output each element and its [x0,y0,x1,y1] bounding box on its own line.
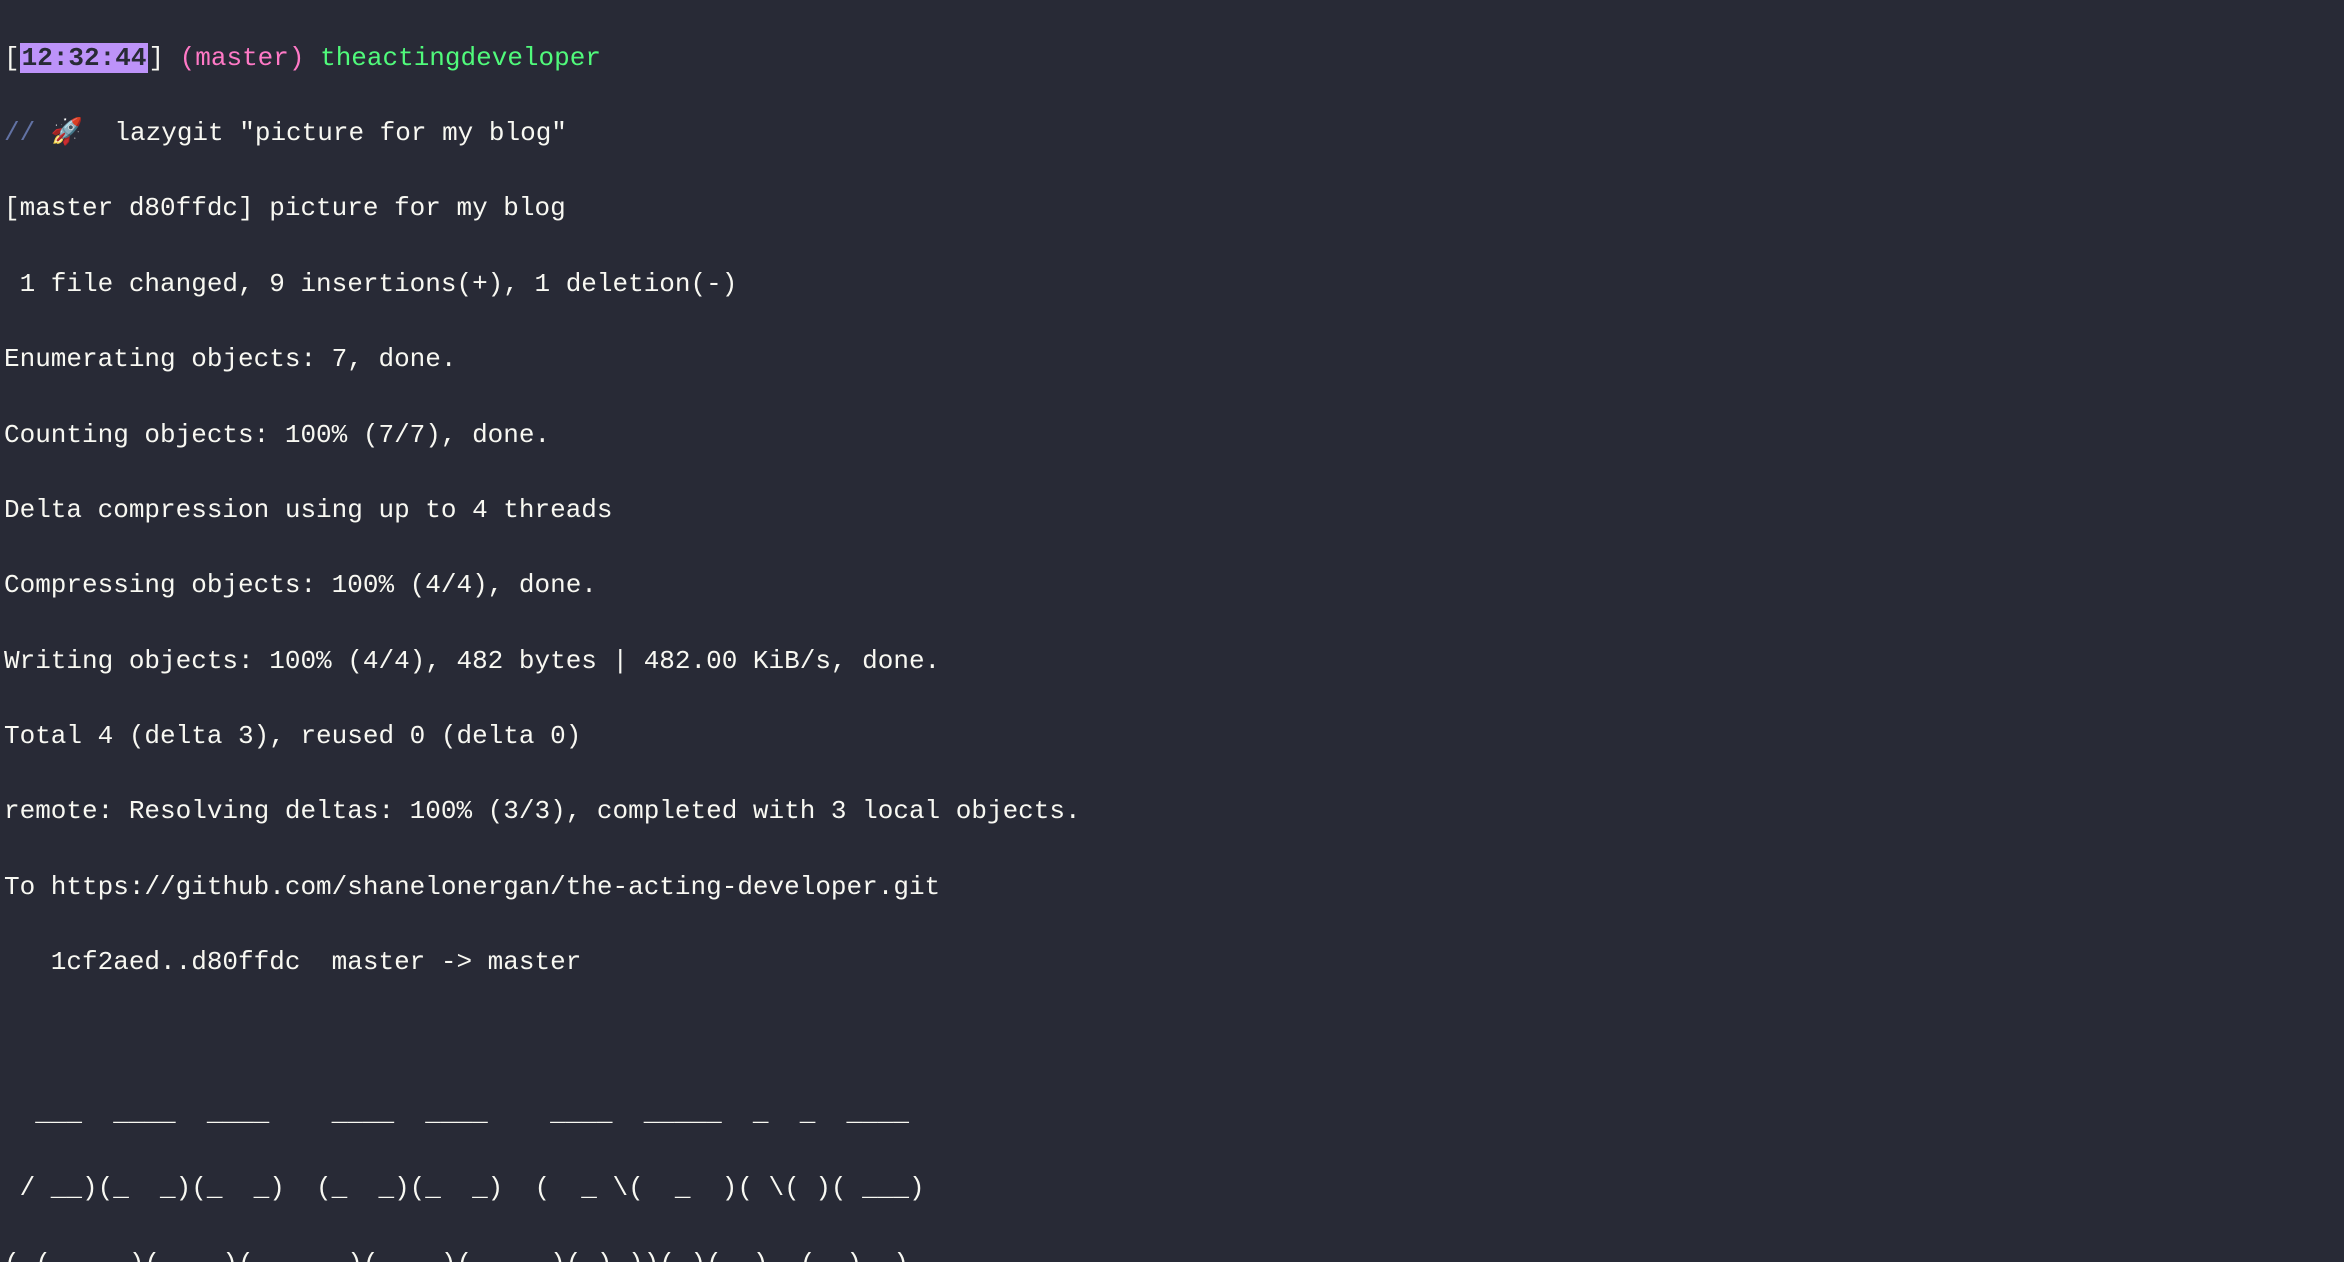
output-line: Writing objects: 100% (4/4), 482 bytes |… [4,643,2340,681]
ascii-art-line: / __)(_ _)(_ _) (_ _)(_ _) ( _ \( _ )( \… [4,1170,2340,1208]
output-line: remote: Resolving deltas: 100% (3/3), co… [4,793,2340,831]
output-line: Enumerating objects: 7, done. [4,341,2340,379]
output-line: [master d80ffdc] picture for my blog [4,190,2340,228]
ascii-art-line: ( (_-. _)(_ )( _)(_ )( )(_) ))(_)( ) ( )… [4,1246,2340,1262]
prompt-line: [12:32:44] (master) theactingdeveloper [4,40,2340,78]
command-prefix: // [4,118,35,148]
prompt-branch: (master) [180,43,305,73]
bracket-close: ] [148,43,164,73]
output-line: Counting objects: 100% (7/7), done. [4,417,2340,455]
blank-line [4,1020,2340,1058]
command-text: lazygit "picture for my blog" [114,118,566,148]
output-line: 1cf2aed..d80ffdc master -> master [4,944,2340,982]
bracket-open: [ [4,43,20,73]
output-line: To https://github.com/shanelonergan/the-… [4,869,2340,907]
output-line: Total 4 (delta 3), reused 0 (delta 0) [4,718,2340,756]
output-line: 1 file changed, 9 insertions(+), 1 delet… [4,266,2340,304]
output-line: Compressing objects: 100% (4/4), done. [4,567,2340,605]
prompt-time: 12:32:44 [20,43,149,73]
ascii-art-line: ___ ____ ____ ____ ____ ____ _____ _ _ _… [4,1095,2340,1133]
command-line: // 🚀 lazygit "picture for my blog" [4,115,2340,153]
terminal[interactable]: [12:32:44] (master) theactingdeveloper /… [0,0,2344,1262]
output-line: Delta compression using up to 4 threads [4,492,2340,530]
rocket-icon: 🚀 [51,115,83,153]
prompt-path: theactingdeveloper [320,43,601,73]
